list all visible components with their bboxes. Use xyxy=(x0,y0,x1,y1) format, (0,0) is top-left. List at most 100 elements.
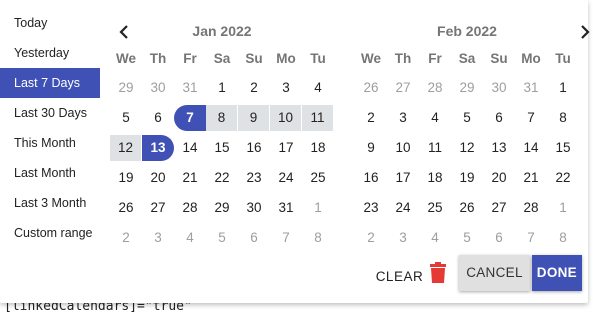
day-cell[interactable]: 14 xyxy=(174,135,206,161)
day-cell[interactable]: 3 xyxy=(142,225,174,251)
day-cell[interactable]: 6 xyxy=(483,225,515,251)
day-cell[interactable]: 21 xyxy=(515,165,547,191)
range-item-last-30-days[interactable]: Last 30 Days xyxy=(0,98,100,128)
day-cell[interactable]: 23 xyxy=(238,165,270,191)
day-cell-selected[interactable]: 13 xyxy=(142,135,174,161)
day-cell[interactable]: 8 xyxy=(302,225,334,251)
day-cell[interactable]: 25 xyxy=(302,165,334,191)
day-cell-selected[interactable]: 8 xyxy=(206,105,238,131)
day-cell[interactable]: 3 xyxy=(387,225,419,251)
range-item-this-month[interactable]: This Month xyxy=(0,128,100,158)
day-cell[interactable]: 16 xyxy=(355,165,387,191)
day-cell[interactable]: 11 xyxy=(419,135,451,161)
day-cell[interactable]: 4 xyxy=(419,225,451,251)
day-cell[interactable]: 27 xyxy=(483,195,515,221)
day-cell[interactable]: 3 xyxy=(387,105,419,131)
day-cell[interactable]: 20 xyxy=(483,165,515,191)
day-cell[interactable]: 7 xyxy=(270,225,302,251)
day-cell[interactable]: 26 xyxy=(355,75,387,101)
day-cell[interactable]: 28 xyxy=(174,195,206,221)
day-cell[interactable]: 6 xyxy=(238,225,270,251)
day-cell[interactable]: 27 xyxy=(142,195,174,221)
day-cell[interactable]: 31 xyxy=(270,195,302,221)
cancel-button[interactable]: CANCEL xyxy=(459,255,530,291)
day-cell[interactable]: 29 xyxy=(451,75,483,101)
day-cell[interactable]: 5 xyxy=(110,105,142,131)
day-cell[interactable]: 8 xyxy=(547,225,579,251)
day-cell[interactable]: 1 xyxy=(206,75,238,101)
day-cell[interactable]: 12 xyxy=(451,135,483,161)
day-cell[interactable]: 2 xyxy=(355,105,387,131)
day-cell[interactable]: 29 xyxy=(206,195,238,221)
day-cell[interactable]: 22 xyxy=(547,165,579,191)
range-item-last-7-days[interactable]: Last 7 Days xyxy=(0,68,100,98)
day-cell[interactable]: 2 xyxy=(110,225,142,251)
day-cell[interactable]: 4 xyxy=(174,225,206,251)
day-cell[interactable]: 15 xyxy=(547,135,579,161)
day-cell[interactable]: 10 xyxy=(387,135,419,161)
day-cell[interactable]: 31 xyxy=(174,75,206,101)
day-cell[interactable]: 5 xyxy=(451,105,483,131)
day-cell[interactable]: 6 xyxy=(483,105,515,131)
day-cell[interactable]: 7 xyxy=(515,105,547,131)
day-cell-selected[interactable]: 11 xyxy=(302,105,334,131)
day-cell[interactable]: 13 xyxy=(483,135,515,161)
chevron-right-icon[interactable] xyxy=(575,22,593,42)
day-cell[interactable]: 5 xyxy=(451,225,483,251)
day-cell[interactable]: 3 xyxy=(270,75,302,101)
day-cell-selected[interactable]: 7 xyxy=(174,105,206,131)
day-cell-selected[interactable]: 9 xyxy=(238,105,270,131)
day-cell[interactable]: 31 xyxy=(515,75,547,101)
day-cell[interactable]: 30 xyxy=(483,75,515,101)
day-cell[interactable]: 18 xyxy=(419,165,451,191)
clear-button[interactable]: CLEAR xyxy=(376,269,424,284)
day-cell[interactable]: 17 xyxy=(387,165,419,191)
day-cell[interactable]: 6 xyxy=(142,105,174,131)
day-cell[interactable]: 23 xyxy=(355,195,387,221)
range-item-yesterday[interactable]: Yesterday xyxy=(0,38,100,68)
week-row: 2345678 xyxy=(355,223,579,253)
day-cell[interactable]: 26 xyxy=(451,195,483,221)
weekday-header: Sa xyxy=(213,51,231,66)
range-item-today[interactable]: Today xyxy=(0,8,100,38)
day-cell[interactable]: 30 xyxy=(238,195,270,221)
day-cell-selected[interactable]: 10 xyxy=(270,105,302,131)
day-cell[interactable]: 26 xyxy=(110,195,142,221)
day-cell[interactable]: 27 xyxy=(387,75,419,101)
day-cell[interactable]: 2 xyxy=(355,225,387,251)
day-cell[interactable]: 16 xyxy=(238,135,270,161)
day-cell[interactable]: 18 xyxy=(302,135,334,161)
day-cell[interactable]: 17 xyxy=(270,135,302,161)
day-cell[interactable]: 21 xyxy=(174,165,206,191)
day-cell[interactable]: 20 xyxy=(142,165,174,191)
day-cell[interactable]: 24 xyxy=(387,195,419,221)
day-cell[interactable]: 1 xyxy=(547,195,579,221)
day-cell[interactable]: 8 xyxy=(547,105,579,131)
day-cell[interactable]: 5 xyxy=(206,225,238,251)
day-cell[interactable]: 1 xyxy=(547,75,579,101)
day-cell[interactable]: 28 xyxy=(515,195,547,221)
day-cell[interactable]: 29 xyxy=(110,75,142,101)
range-item-custom-range[interactable]: Custom range xyxy=(0,218,100,248)
day-cell[interactable]: 4 xyxy=(419,105,451,131)
day-cell-selected[interactable]: 12 xyxy=(110,135,142,161)
day-cell[interactable]: 4 xyxy=(302,75,334,101)
day-cell[interactable]: 15 xyxy=(206,135,238,161)
day-cell[interactable]: 19 xyxy=(110,165,142,191)
day-cell[interactable]: 24 xyxy=(270,165,302,191)
day-cell[interactable]: 7 xyxy=(515,225,547,251)
done-button[interactable]: DONE xyxy=(531,255,582,291)
day-cell[interactable]: 22 xyxy=(206,165,238,191)
day-cell[interactable]: 30 xyxy=(142,75,174,101)
day-cell[interactable]: 2 xyxy=(238,75,270,101)
day-cell[interactable]: 25 xyxy=(419,195,451,221)
week-row: 19 20 21 22 23 24 25 xyxy=(110,163,334,193)
day-cell[interactable]: 9 xyxy=(355,135,387,161)
day-cell[interactable]: 14 xyxy=(515,135,547,161)
day-cell[interactable]: 19 xyxy=(451,165,483,191)
range-item-last-month[interactable]: Last Month xyxy=(0,158,100,188)
day-cell[interactable]: 1 xyxy=(302,195,334,221)
day-cell[interactable]: 28 xyxy=(419,75,451,101)
trash-icon[interactable] xyxy=(429,262,447,284)
range-item-last-3-month[interactable]: Last 3 Month xyxy=(0,188,100,218)
